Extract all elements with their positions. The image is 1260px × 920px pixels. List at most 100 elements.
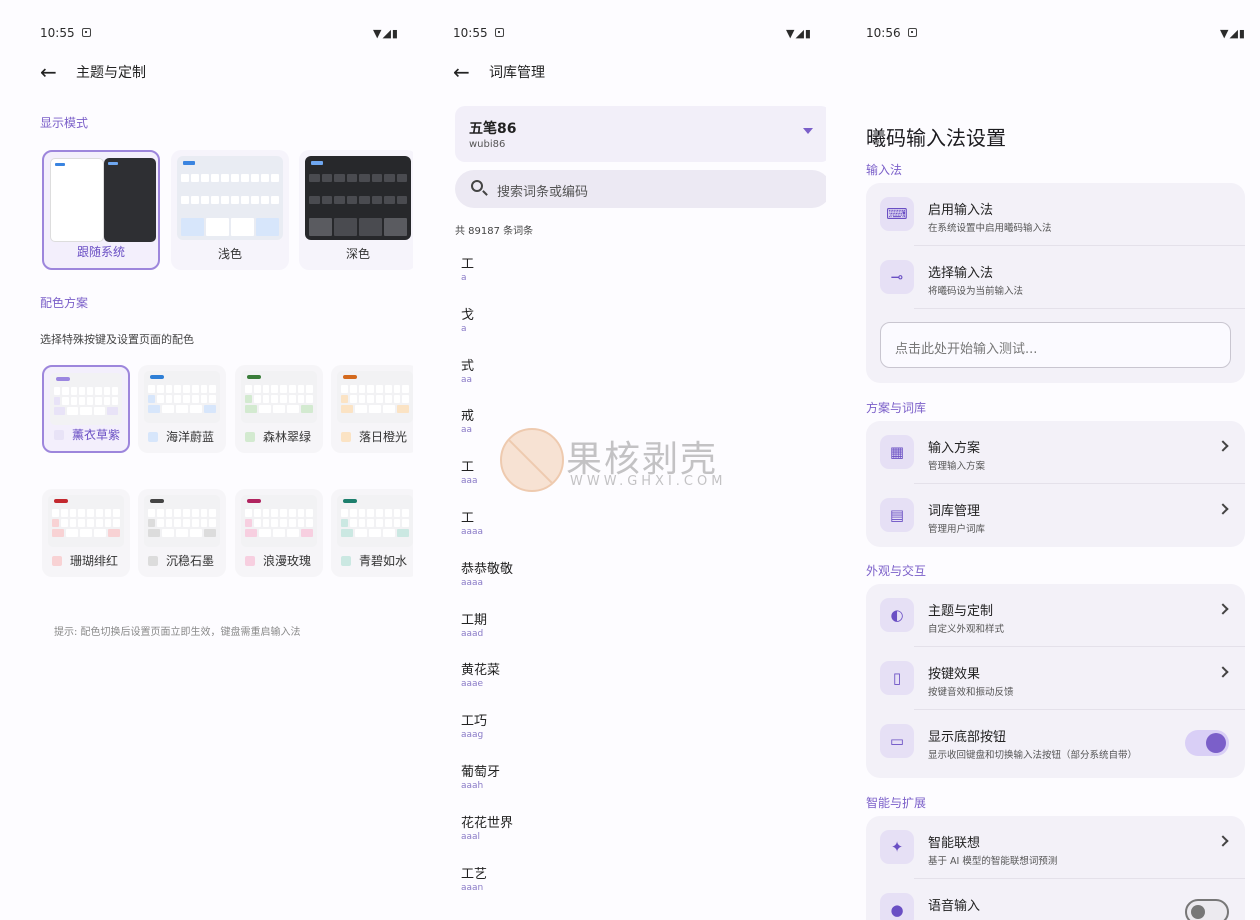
app-bar: ← 词库管理: [453, 60, 545, 84]
scheme-swatch: [52, 556, 62, 566]
test-input-field[interactable]: 点击此处开始输入测试...: [880, 322, 1231, 368]
voice-input-toggle[interactable]: [1185, 899, 1229, 920]
row-title: 主题与定制: [928, 604, 994, 619]
scheme-label: 海洋蔚蓝: [166, 430, 215, 444]
dropdown-subtitle: wubi86: [469, 139, 506, 150]
row-subtitle: 管理用户词库: [928, 524, 986, 535]
entry-code: aaah: [461, 781, 484, 791]
chevron-right-icon: [1217, 503, 1229, 515]
entry-word: 恭恭敬敬: [461, 561, 514, 577]
row-subtitle: 管理输入方案: [928, 461, 986, 472]
notification-icon: [908, 28, 917, 37]
keyboard-bar-icon: ▭: [880, 724, 914, 758]
palette-icon: ◐: [880, 598, 914, 632]
entry-word: 工巧: [461, 714, 488, 730]
list-item[interactable]: 工艺 aaan: [461, 863, 487, 893]
list-item[interactable]: 花花世界 aaal: [461, 812, 513, 842]
row-subtitle: 在系统设置中启用曦码输入法: [928, 223, 1052, 234]
entry-code: aaan: [461, 882, 484, 893]
smart-assoc-row[interactable]: ✦ 智能联想 基于 AI 模型的智能联想词预测: [866, 816, 1245, 879]
scheme-card[interactable]: 浪漫玫瑰: [235, 489, 323, 577]
scheme-swatch: [245, 432, 255, 442]
dropdown-caret-icon: [803, 128, 813, 134]
entry-word: 工艺: [461, 866, 488, 882]
dark-keyboard-preview: [305, 156, 411, 240]
enable-ime-row[interactable]: ⌨ 启用输入法 在系统设置中启用曦码输入法: [866, 183, 1245, 246]
scheme-label: 落日橙光: [359, 430, 408, 444]
scheme-card[interactable]: 沉稳石墨: [138, 489, 226, 577]
theme-settings-screen: 10:55 ▼◢▮ ← 主题与定制 显示模式 跟随系统 浅色 深色 配色方案 选…: [0, 0, 413, 920]
chevron-right-icon: [1217, 603, 1229, 615]
mode-card-light[interactable]: 浅色: [171, 150, 289, 270]
list-item[interactable]: 工 aaa: [461, 456, 478, 486]
scheme-card[interactable]: 青碧如水: [331, 489, 413, 577]
list-item[interactable]: 葡萄牙 aaah: [461, 761, 500, 791]
entry-word: 黄花菜: [461, 663, 501, 679]
scheme-keyboard-preview: [50, 373, 122, 425]
select-ime-row[interactable]: ⊸ 选择输入法 将曦码设为当前输入法: [866, 246, 1245, 309]
section-smart: 智能与扩展: [866, 796, 927, 810]
theme-row[interactable]: ◐ 主题与定制 自定义外观和样式: [866, 584, 1245, 647]
dropdown-title: 五笔86: [469, 121, 517, 137]
entry-word: 戒: [461, 409, 475, 425]
back-arrow-icon[interactable]: ←: [453, 60, 489, 84]
scheme-keyboard-preview: [337, 495, 413, 547]
entry-code: aaae: [461, 679, 484, 690]
notification-icon: [495, 28, 504, 37]
scheme-card[interactable]: 森林翠绿: [235, 365, 323, 453]
list-item[interactable]: 戈a: [461, 304, 474, 334]
back-arrow-icon[interactable]: ←: [40, 60, 76, 84]
color-scheme-hint: 选择特殊按键及设置页面的配色: [40, 333, 194, 346]
scheme-keyboard-preview: [144, 371, 220, 423]
scheme-dropdown[interactable]: 五笔86 wubi86: [455, 106, 826, 162]
scheme-card[interactable]: 落日橙光: [331, 365, 413, 453]
scheme-keyboard-preview: [241, 495, 317, 547]
status-bar: 10:56 ▼◢▮: [866, 26, 1246, 42]
notification-icon: [82, 28, 91, 37]
list-item[interactable]: 工 aaaa: [461, 507, 483, 537]
entry-word: 戈: [461, 307, 475, 323]
list-item[interactable]: 式 aa: [461, 355, 474, 385]
scheme-swatch: [341, 432, 351, 442]
row-title: 输入方案: [928, 441, 981, 456]
scheme-label: 青碧如水: [359, 554, 408, 568]
input-group: ⌨ 启用输入法 在系统设置中启用曦码输入法 ⊸ 选择输入法 将曦码设为当前输入法…: [866, 183, 1245, 383]
scheme-swatch: [148, 556, 158, 566]
scheme-label: 沉稳石墨: [166, 554, 215, 568]
page-title: 主题与定制: [76, 65, 146, 81]
keyboard-icon: ⌨: [880, 197, 914, 231]
entry-code: aaad: [461, 628, 484, 639]
watermark-url: WWW.GHXI.COM: [570, 474, 727, 489]
dictionary-row[interactable]: ▤ 词库管理 管理用户词库: [866, 484, 1245, 547]
scheme-swatch: [245, 556, 255, 566]
key-effects-row[interactable]: ▯ 按键效果 按键音效和振动反馈: [866, 647, 1245, 710]
row-title: 词库管理: [928, 504, 981, 519]
search-icon: [471, 180, 483, 192]
scheme-keyboard-preview: [144, 495, 220, 547]
list-item[interactable]: 恭恭敬敬 aaaa: [461, 558, 513, 588]
bottom-buttons-row: ▭ 显示底部按钮 显示收回键盘和切换输入法按钮（部分系统自带）: [866, 710, 1245, 773]
list-item[interactable]: 戒 aa: [461, 405, 474, 435]
mode-card-dark[interactable]: 深色: [299, 150, 413, 270]
list-item[interactable]: 工巧 aaag: [461, 710, 487, 740]
list-item[interactable]: 工期 aaad: [461, 609, 487, 639]
tip-text: 提示: 配色切换后设置页面立即生效，键盘需重启输入法: [54, 627, 301, 638]
scheme-card[interactable]: 珊瑚绯红: [42, 489, 130, 577]
scheme-card[interactable]: 海洋蔚蓝: [138, 365, 226, 453]
entry-word: 葡萄牙: [461, 765, 501, 780]
list-item[interactable]: 工a: [461, 253, 474, 283]
input-scheme-row[interactable]: ▦ 输入方案 管理输入方案: [866, 421, 1245, 484]
scheme-card[interactable]: 薰衣草紫: [42, 365, 130, 453]
entry-word: 花花世界: [461, 815, 514, 831]
search-input[interactable]: 搜索词条或编码: [455, 170, 826, 208]
system-status-icons: ▼◢▮: [1220, 27, 1246, 40]
section-color-scheme: 配色方案: [40, 296, 89, 310]
list-item[interactable]: 黄花菜 aaae: [461, 659, 500, 689]
scheme-swatch: [341, 556, 351, 566]
test-input-placeholder: 点击此处开始输入测试...: [895, 342, 1038, 357]
entry-code: aaaa: [461, 527, 484, 537]
bottom-buttons-toggle[interactable]: [1185, 730, 1229, 756]
system-status-icons: ▼◢▮: [373, 27, 399, 40]
mode-card-system[interactable]: 跟随系统: [42, 150, 160, 270]
row-subtitle: 显示收回键盘和切换输入法按钮（部分系统自带）: [928, 750, 1138, 761]
